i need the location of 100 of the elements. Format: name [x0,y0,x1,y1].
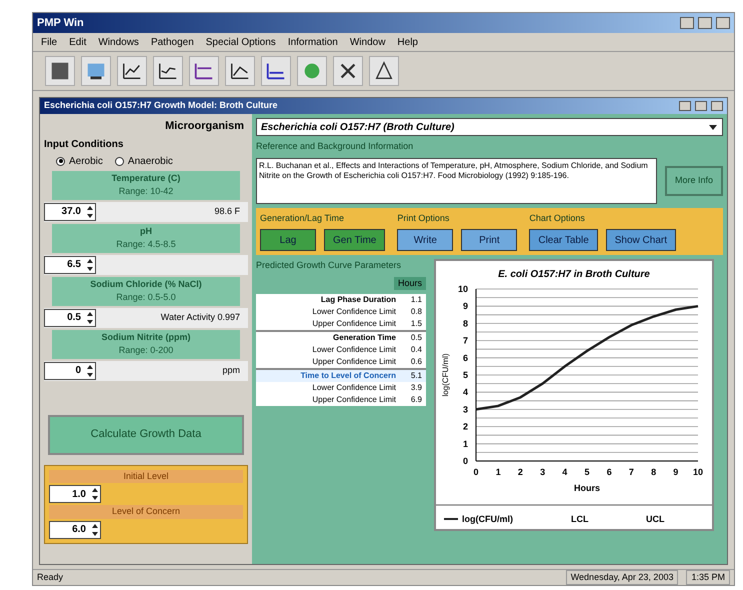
number-field[interactable]: 0 [44,362,96,380]
toolbar-button[interactable] [45,56,75,86]
result-label: Time to Level of Concern [300,370,397,382]
toolbar-button[interactable] [81,56,111,86]
window-title: PMP Win [37,16,85,31]
number-field[interactable]: 0.5 [44,308,96,326]
reference-text: R.L. Buchanan et al., Effects and Interactions of Temperature, pH, Atmosphere, Sodium Chloride, and Sodium Nitrite on the Growth of Escherichia coli O157:H7. Food Microbiology (1992) 9:185-196. [256,158,657,204]
status-text: Ready [37,570,64,584]
close-button[interactable] [711,101,723,111]
maximize-button[interactable] [695,101,707,111]
group-label: Generation/Lag Time [260,212,346,225]
results-unit: Hours [394,276,426,290]
spinner-icon [85,204,95,220]
y-tick-label: 2 [462,422,468,432]
menu-item[interactable]: Special Options [206,34,276,50]
y-tick-label: 4 [462,387,468,398]
calculate-button[interactable]: Calculate Growth Data [48,414,244,454]
toolbar-button[interactable] [153,56,183,86]
minimize-button[interactable] [680,17,694,29]
option-button[interactable]: Clear Table [529,229,598,251]
input-title: Sodium Nitrite (ppm) [102,330,190,344]
menu-item[interactable]: Information [288,34,338,50]
result-value: 0.6 [410,356,422,368]
input-conditions-label: Input Conditions [44,138,124,152]
option-button[interactable]: Write [397,229,454,251]
number-field[interactable]: 37.0 [44,202,96,220]
x-axis-title: Hours [574,483,600,493]
result-value: 0.4 [410,344,422,356]
child-window-title: Escherichia coli O157:H7 Growth Model: Broth Culture [44,99,279,112]
toolbar-button[interactable] [189,56,219,86]
microorganism-select[interactable]: Escherichia coli O157:H7 (Broth Culture) [256,118,723,136]
group-label: Chart Options [529,212,586,225]
y-tick-label: 5 [462,370,468,380]
status-date: Wednesday, Apr 23, 2003 [566,570,678,586]
y-tick-label: 0 [462,456,468,466]
result-value: 0.8 [410,306,422,318]
x-tick-label: 9 [673,467,678,477]
y-tick-label: 3 [462,404,468,414]
menu-item[interactable]: File [41,34,58,50]
x-tick-label: 10 [693,467,703,477]
minimize-button[interactable] [679,101,691,111]
number-field[interactable]: 1.0 [49,485,101,503]
menu-item[interactable]: Pathogen [150,34,194,50]
atmosphere-radio[interactable]: Anaerobic [114,154,173,168]
result-label: Lag Phase Duration [320,294,397,306]
option-button[interactable]: Show Chart [606,229,676,251]
input-note: ppm [222,364,241,377]
toolbar-button[interactable] [261,56,291,86]
result-label: Lower Confidence Limit [311,382,397,394]
spinner-icon [90,486,100,502]
toolbar-button[interactable] [117,56,147,86]
y-tick-label: 1 [462,438,468,449]
result-label: Generation Time [332,332,397,344]
result-value: 1.5 [410,318,422,330]
chart-title: E. coli O157:H7 in Broth Culture [498,269,650,280]
result-value: 0.5 [410,332,422,344]
microorganism-label: Microorganism [164,119,245,134]
toolbar-button[interactable] [333,56,363,86]
more-info-button[interactable]: More Info [665,166,723,196]
y-tick-label: 6 [462,352,468,363]
maximize-button[interactable] [698,17,712,29]
x-tick-label: 0 [474,467,478,477]
result-label: Upper Confidence Limit [311,318,397,330]
input-range: Range: 10-42 [118,185,174,198]
close-button[interactable] [716,17,730,29]
menu-item[interactable]: Window [350,34,386,50]
x-tick-label: 5 [584,467,590,477]
x-tick-label: 8 [651,467,656,477]
spinner-icon [85,310,95,326]
legend-label: UCL [646,514,664,524]
input-range: Range: 0-200 [118,344,174,357]
x-tick-label: 1 [496,467,501,477]
input-title: Sodium Chloride (% NaCl) [90,278,202,291]
result-value: 6.9 [410,394,422,406]
number-field[interactable]: 6.0 [49,520,101,538]
legend-label: log(CFU/ml) [462,514,513,524]
y-axis-title: log(CFU/ml) [441,353,450,397]
reference-label: Reference and Background Information [256,140,414,153]
result-value: 1.1 [410,294,422,306]
y-tick-label: 10 [458,284,468,294]
menu-item[interactable]: Edit [69,34,86,50]
atmosphere-radio[interactable]: Aerobic [56,154,103,168]
x-tick-label: 6 [606,467,612,477]
dropdown-arrow-icon [708,122,718,132]
option-button[interactable]: Gen Time [324,229,386,251]
x-tick-label: 3 [540,467,546,477]
option-button[interactable]: Print [461,229,518,251]
menu-item[interactable]: Windows [98,34,139,50]
toolbar-button[interactable] [225,56,255,86]
triangle-icon [373,60,395,82]
spinner-icon [85,256,95,272]
option-button[interactable]: Lag [260,229,316,251]
menu-item[interactable]: Help [397,34,418,50]
input-title: Temperature (C) [112,172,180,185]
result-label: Upper Confidence Limit [311,394,397,406]
status-time: 1:35 PM [686,570,730,586]
spinner-icon [90,522,100,538]
x-tick-label: 4 [562,467,568,477]
number-field[interactable]: 6.5 [44,256,96,274]
toolbar-button[interactable] [369,56,399,86]
